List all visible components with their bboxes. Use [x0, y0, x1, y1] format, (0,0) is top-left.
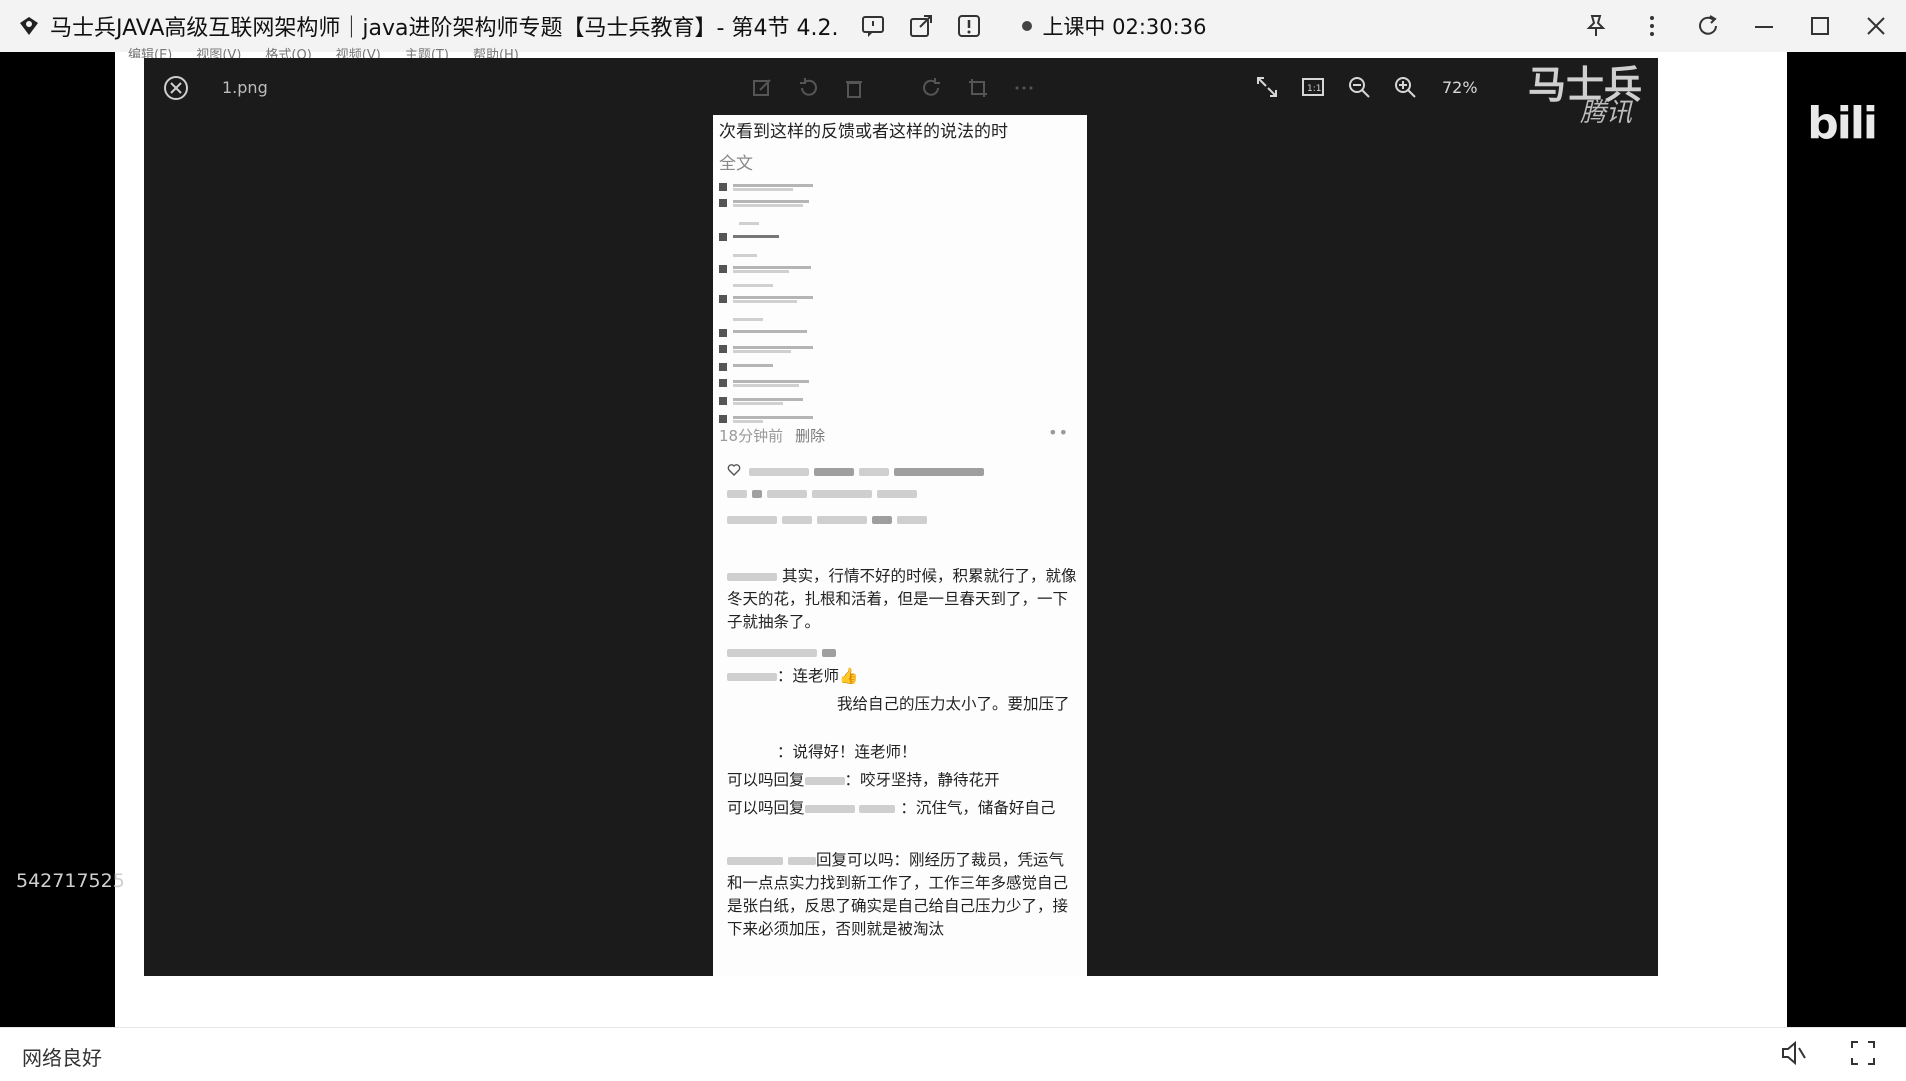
edit-icon[interactable]	[750, 76, 774, 100]
more-vertical-icon[interactable]	[1636, 10, 1668, 42]
info-icon[interactable]	[956, 13, 982, 39]
reply-prefix: 可以吗回复	[727, 771, 805, 789]
viewer-edit-tools	[750, 76, 1036, 100]
post-image-thumbnail	[719, 183, 879, 433]
rotate-left-icon[interactable]	[796, 76, 820, 100]
delete-icon[interactable]	[842, 76, 866, 100]
actual-size-icon[interactable]: 1:1	[1300, 74, 1326, 100]
toolbar-spacer	[888, 76, 898, 100]
post-meta: 18分钟前 删除	[719, 425, 825, 446]
reply-prefix: 可以吗回复	[727, 799, 805, 817]
post-time: 18分钟前	[719, 427, 784, 445]
bottom-bar: 网络良好	[0, 1027, 1906, 1081]
file-name: 1.png	[222, 78, 268, 97]
likes-list-row	[727, 483, 918, 498]
behind-menu-bar: 编辑(E) 视图(V) 格式(O) 视频(V) 主题(T) 帮助(H)	[128, 44, 519, 58]
comment: 可以吗回复 ：咬牙坚持，静待花开	[727, 769, 1077, 792]
rotate-right-icon[interactable]	[920, 76, 944, 100]
comment: 回复可以吗：刚经历了裁员，凭运气和一点点实力找到新工作了，工作三年多感觉自己是张…	[727, 849, 1077, 941]
post-heading: 次看到这样的反馈或者这样的说法的时	[719, 122, 1008, 142]
left-side-panel: 542717525	[0, 52, 125, 1027]
comment-text: 我给自己的压力太小了。要加压了	[837, 695, 1070, 713]
menu-item: 编辑(E)	[128, 48, 173, 58]
comment-text: 其实，行情不好的时候，积累就行了，就像冬天的花，扎根和活着，但是一旦春天到了，一…	[727, 567, 1077, 631]
viewer-close-icon[interactable]	[162, 74, 190, 102]
close-icon[interactable]	[1860, 10, 1892, 42]
comment: 我给自己的压力太小了。要加压了	[727, 693, 1077, 716]
comment: 可以吗回复 ：沉住气，储备好自己	[727, 797, 1077, 820]
minimize-icon[interactable]	[1748, 10, 1780, 42]
viewer-zoom-tools: 1:1 72%	[1254, 74, 1478, 100]
menu-item: 帮助(H)	[472, 48, 519, 58]
fullscreen-icon[interactable]	[1254, 74, 1280, 100]
svg-text:1:1: 1:1	[1307, 84, 1321, 94]
maximize-icon[interactable]	[1804, 10, 1836, 42]
bottom-controls	[1778, 1038, 1878, 1068]
bilibili-logo: bili	[1807, 98, 1878, 149]
displayed-image: 次看到这样的反馈或者这样的说法的时 全文 18分钟前 删除 •• 其实，行情不好…	[713, 115, 1087, 976]
menu-item: 主题(T)	[404, 48, 449, 58]
comment	[727, 641, 1077, 664]
menu-item: 格式(O)	[265, 48, 312, 58]
crop-icon[interactable]	[966, 76, 990, 100]
reply-prefix: 回复可以吗：	[815, 851, 909, 869]
fullscreen-toggle-icon[interactable]	[1848, 1038, 1878, 1068]
likes-list-row	[727, 509, 928, 524]
delete-link[interactable]: 删除	[795, 427, 825, 445]
zoom-in-icon[interactable]	[1392, 74, 1418, 100]
comment-text: ：咬牙坚持，静待花开	[844, 771, 1000, 789]
comment: 其实，行情不好的时候，积累就行了，就像冬天的花，扎根和活着，但是一旦春天到了，一…	[727, 565, 1077, 634]
comment-text: ：沉住气，储备好自己	[900, 799, 1056, 817]
comment: ：说得好！连老师！	[727, 741, 1077, 764]
window-title: 马士兵JAVA高级互联网架构师｜java进阶架构师专题【马士兵教育】- 第4节 …	[50, 16, 839, 41]
network-status: 网络良好	[22, 1046, 102, 1070]
heart-icon	[727, 464, 741, 476]
watermark-sub: 腾讯	[1580, 98, 1633, 128]
more-horizontal-icon[interactable]	[1012, 76, 1036, 100]
full-text-link[interactable]: 全文	[719, 149, 753, 174]
pin-icon[interactable]	[1580, 10, 1612, 42]
comment-text: ：说得好！连老师！	[777, 743, 917, 761]
comment: ：连老师👍	[727, 665, 1077, 688]
volume-icon[interactable]	[1778, 1038, 1808, 1068]
share-icon[interactable]	[908, 13, 934, 39]
app-logo-icon	[20, 17, 38, 35]
window-controls	[1556, 0, 1892, 52]
zoom-out-icon[interactable]	[1346, 74, 1372, 100]
zoom-level: 72%	[1442, 77, 1478, 97]
refresh-icon[interactable]	[1692, 10, 1724, 42]
viewer-id-number: 542717525	[16, 870, 125, 892]
chat-icon[interactable]	[860, 13, 886, 39]
menu-item: 视图(V)	[196, 48, 242, 58]
right-side-panel: bili	[1787, 52, 1906, 1027]
viewer-toolbar: 1.png 1:1 72% 马士兵 腾讯	[144, 58, 1658, 128]
post-more-button[interactable]: ••	[1048, 423, 1069, 442]
live-indicator-dot	[1022, 21, 1033, 31]
image-viewer: 1.png 1:1 72% 马士兵 腾讯 次看到这样的反馈或者这样的说法的时 全…	[144, 58, 1658, 976]
menu-item: 视频(V)	[335, 48, 381, 58]
likes-list-row	[749, 461, 985, 476]
live-status: 上课中 02:30:36	[1042, 15, 1207, 39]
comment-text: ：连老师👍	[777, 667, 859, 685]
